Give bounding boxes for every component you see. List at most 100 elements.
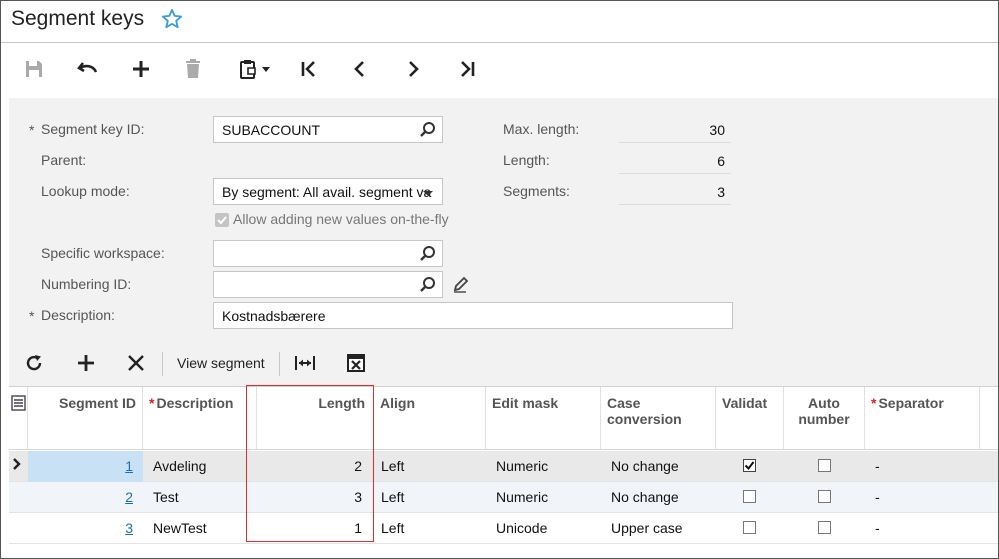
description-cell[interactable]: NewTest xyxy=(143,513,257,544)
segment-id-cell[interactable]: 2 xyxy=(28,482,143,513)
validate-checkbox[interactable] xyxy=(743,490,756,503)
last-record-button[interactable] xyxy=(454,56,480,82)
column-header-case-conversion[interactable]: Case conversion xyxy=(601,387,716,450)
case-conversion-cell[interactable]: Upper case xyxy=(601,513,716,544)
refresh-button[interactable] xyxy=(23,352,45,374)
column-header-description[interactable]: * Description xyxy=(143,387,257,450)
segment-id-link[interactable]: 2 xyxy=(125,489,133,505)
previous-record-button[interactable] xyxy=(347,56,373,82)
align-cell[interactable]: Left xyxy=(374,513,486,544)
segment-id-cell[interactable]: 3 xyxy=(28,513,143,544)
edit-mask-cell[interactable]: Numeric xyxy=(486,482,601,513)
search-icon[interactable] xyxy=(419,245,437,263)
auto-number-checkbox[interactable] xyxy=(818,459,831,472)
pencil-icon[interactable] xyxy=(452,276,470,294)
required-marker: * xyxy=(29,122,35,138)
save-button[interactable] xyxy=(21,56,47,82)
required-marker: * xyxy=(149,395,155,411)
chevron-left-icon xyxy=(354,61,364,77)
separator-cell[interactable]: - xyxy=(865,482,980,513)
max-length-value: 30 xyxy=(619,117,731,143)
column-header-label: Auto number xyxy=(798,395,850,427)
grid-toolbar: View segment xyxy=(9,340,998,386)
fit-columns-button[interactable] xyxy=(293,352,317,374)
column-header-label: Case conversion xyxy=(607,395,682,427)
column-header-segment-id[interactable]: Segment ID xyxy=(28,387,143,450)
segments-value: 3 xyxy=(619,179,731,205)
undo-button[interactable] xyxy=(75,56,101,82)
description-field[interactable]: Kostnadsbærere xyxy=(213,302,733,329)
fit-columns-icon xyxy=(295,356,315,370)
segment-id-link[interactable]: 1 xyxy=(125,458,133,474)
column-header-auto-number[interactable]: Auto number xyxy=(784,387,865,450)
column-header-edit-mask[interactable]: Edit mask xyxy=(486,387,601,450)
case-conversion-cell[interactable]: No change xyxy=(601,451,716,482)
edit-mask-cell[interactable]: Numeric xyxy=(486,451,601,482)
clipboard-menu-button[interactable] xyxy=(234,56,276,82)
star-outline-icon[interactable] xyxy=(161,8,183,30)
table-row[interactable]: 1 Avdeling 2 Left Numeric No change - xyxy=(9,451,998,482)
clipboard-icon xyxy=(240,60,256,79)
chevron-down-icon xyxy=(262,67,270,72)
add-row-button[interactable] xyxy=(75,352,97,374)
separator-cell[interactable]: - xyxy=(865,451,980,482)
edit-mask-cell[interactable]: Unicode xyxy=(486,513,601,544)
search-icon[interactable] xyxy=(419,121,437,139)
add-button[interactable] xyxy=(128,56,154,82)
required-marker: * xyxy=(29,308,35,324)
title-bar: Segment keys xyxy=(1,1,998,43)
auto-number-checkbox[interactable] xyxy=(818,490,831,503)
first-record-button[interactable] xyxy=(296,56,322,82)
table-row[interactable]: 3 NewTest 1 Left Unicode Upper case - xyxy=(9,513,998,544)
specific-workspace-field[interactable] xyxy=(213,240,443,267)
search-icon[interactable] xyxy=(419,276,437,294)
delete-row-button[interactable] xyxy=(125,352,147,374)
column-header-validate[interactable]: Validat xyxy=(716,387,784,450)
validate-checkbox[interactable] xyxy=(743,521,756,534)
segment-key-form: * Segment key ID: SUBACCOUNT Parent: Loo… xyxy=(9,98,998,340)
trash-icon xyxy=(186,59,200,78)
allow-adding-checkbox[interactable] xyxy=(215,213,229,227)
column-header-label: Edit mask xyxy=(492,395,559,411)
column-header-separator[interactable]: * Separator xyxy=(865,387,980,450)
refresh-icon xyxy=(26,355,42,371)
column-header-label: Segment ID xyxy=(58,395,136,411)
description-cell[interactable]: Avdeling xyxy=(143,451,257,482)
allow-adding-label: Allow adding new values on-the-fly xyxy=(233,211,449,227)
column-header-label: Separator xyxy=(878,395,944,411)
validate-checkbox[interactable] xyxy=(743,459,756,472)
column-header-align[interactable]: Align xyxy=(374,387,486,450)
description-cell[interactable]: Test xyxy=(143,482,257,513)
column-header-label: Align xyxy=(380,395,415,411)
last-page-icon xyxy=(461,61,475,77)
separator-cell[interactable]: - xyxy=(865,513,980,544)
segment-id-cell[interactable]: 1 xyxy=(28,451,143,482)
lookup-mode-label: Lookup mode: xyxy=(41,183,130,199)
length-cell[interactable]: 3 xyxy=(257,482,374,513)
plus-icon xyxy=(78,355,94,371)
export-excel-button[interactable] xyxy=(345,352,367,374)
next-record-button[interactable] xyxy=(400,56,426,82)
align-cell[interactable]: Left xyxy=(374,451,486,482)
column-header-filler xyxy=(980,387,998,450)
segment-key-id-field[interactable]: SUBACCOUNT xyxy=(213,116,443,143)
auto-number-checkbox[interactable] xyxy=(818,521,831,534)
length-cell[interactable]: 1 xyxy=(257,513,374,544)
delete-button[interactable] xyxy=(180,56,206,82)
column-header-length[interactable]: Length xyxy=(257,387,374,450)
length-cell[interactable]: 2 xyxy=(257,451,374,482)
column-header-label: Length xyxy=(318,395,365,411)
table-row[interactable]: 2 Test 3 Left Numeric No change - xyxy=(9,482,998,513)
grid-menu-header[interactable] xyxy=(9,387,28,450)
segment-id-link[interactable]: 3 xyxy=(125,520,133,536)
lookup-mode-select[interactable]: By segment: All avail. segment va xyxy=(213,178,443,205)
view-segment-button[interactable]: View segment xyxy=(177,355,265,371)
description-value: Kostnadsbærere xyxy=(222,308,326,324)
segment-key-id-value: SUBACCOUNT xyxy=(222,122,321,138)
x-icon xyxy=(128,355,144,371)
segments-label: Segments: xyxy=(503,183,570,199)
case-conversion-cell[interactable]: No change xyxy=(601,482,716,513)
align-cell[interactable]: Left xyxy=(374,482,486,513)
numbering-id-field[interactable] xyxy=(213,271,443,298)
numbering-id-label: Numbering ID: xyxy=(41,276,132,292)
